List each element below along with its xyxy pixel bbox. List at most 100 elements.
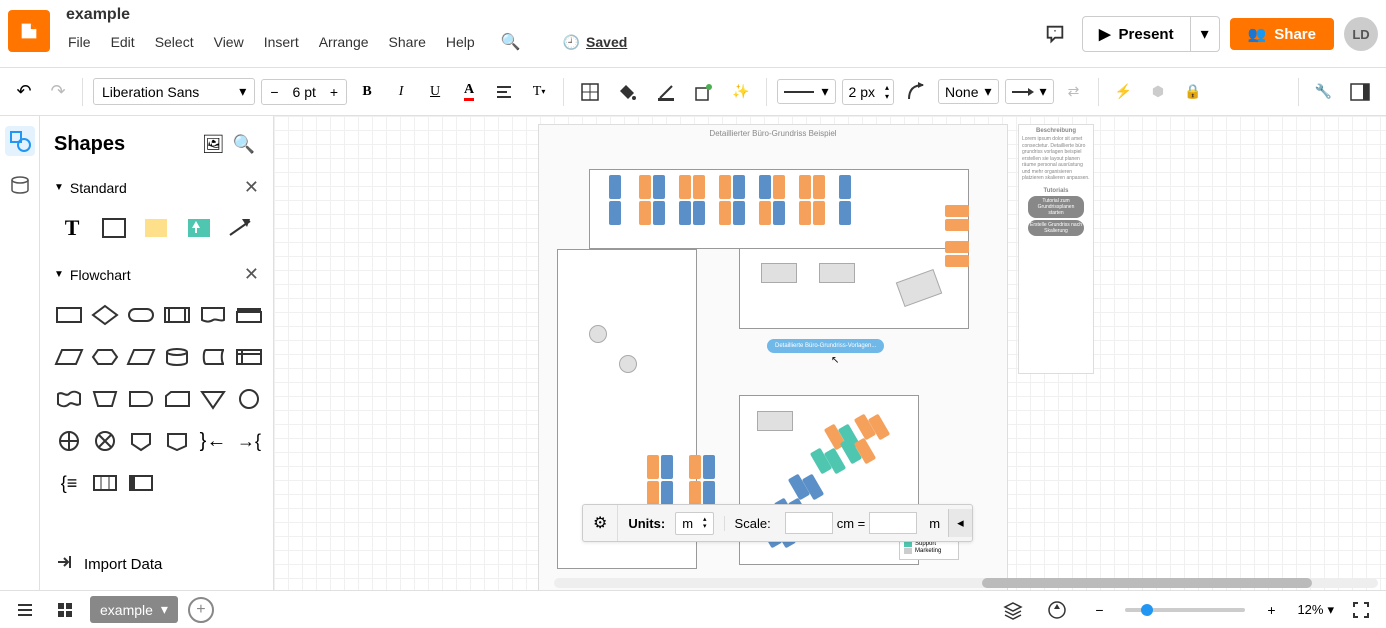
save-status[interactable]: 🕘 Saved bbox=[563, 34, 628, 51]
shape-brace-open[interactable]: {≡ bbox=[54, 465, 84, 501]
close-icon[interactable]: ✕ bbox=[244, 264, 259, 285]
shape-rect[interactable] bbox=[96, 210, 132, 246]
present-button[interactable]: ▶ Present bbox=[1082, 16, 1191, 52]
app-logo[interactable] bbox=[8, 10, 50, 52]
shape-database[interactable] bbox=[162, 339, 192, 375]
import-data-button[interactable]: Import Data bbox=[40, 538, 273, 590]
menu-help[interactable]: Help bbox=[444, 28, 477, 56]
fill-button[interactable] bbox=[612, 78, 644, 106]
menu-edit[interactable]: Edit bbox=[109, 28, 137, 56]
wrench-button[interactable]: 🔧 bbox=[1309, 78, 1338, 106]
italic-button[interactable]: I bbox=[387, 78, 415, 106]
layers-icon[interactable] bbox=[997, 596, 1029, 624]
shape-brace-close[interactable]: }← bbox=[198, 423, 228, 459]
shape-connector[interactable] bbox=[234, 381, 264, 417]
shape-delay[interactable] bbox=[126, 381, 156, 417]
flash-button[interactable]: ⚡ bbox=[1109, 78, 1138, 106]
shape-merge[interactable] bbox=[198, 381, 228, 417]
menu-file[interactable]: File bbox=[66, 28, 93, 56]
swap-endpoints-button[interactable]: ⇄ bbox=[1060, 78, 1088, 106]
document-title[interactable]: example bbox=[66, 6, 1038, 24]
add-page-button[interactable]: + bbox=[188, 597, 214, 623]
magic-button[interactable]: ✨ bbox=[726, 78, 755, 106]
page-tab[interactable]: example ▾ bbox=[90, 596, 178, 623]
menu-select[interactable]: Select bbox=[153, 28, 196, 56]
scale-input-left[interactable] bbox=[785, 512, 833, 534]
shape-parallelogram[interactable] bbox=[126, 339, 156, 375]
grid-view-icon[interactable] bbox=[50, 596, 80, 624]
font-size-increase[interactable]: + bbox=[322, 80, 346, 104]
comment-icon[interactable]: " bbox=[1038, 17, 1072, 51]
shape-stored-data[interactable] bbox=[198, 339, 228, 375]
zoom-slider[interactable] bbox=[1125, 608, 1245, 612]
menu-share[interactable]: Share bbox=[387, 28, 428, 56]
border-button[interactable] bbox=[574, 78, 606, 106]
zoom-percent[interactable]: 12% ▾ bbox=[1297, 602, 1334, 618]
endpoint-end-select[interactable]: ▾ bbox=[1005, 79, 1054, 104]
shape-process[interactable] bbox=[54, 297, 84, 333]
menu-arrange[interactable]: Arrange bbox=[317, 28, 371, 56]
line-style-select[interactable]: ▾ bbox=[777, 79, 836, 104]
zoom-slider-thumb[interactable] bbox=[1141, 604, 1153, 616]
category-flowchart[interactable]: ▼ Flowchart ✕ bbox=[40, 256, 273, 293]
scale-input-right[interactable] bbox=[869, 512, 917, 534]
lock-button[interactable]: 🔒 bbox=[1178, 78, 1207, 106]
zoom-out-button[interactable]: − bbox=[1085, 596, 1113, 624]
panel-toggle-button[interactable] bbox=[1344, 78, 1376, 106]
line-width-up[interactable]: ▴ bbox=[885, 83, 889, 92]
find-icon[interactable]: 🔍 bbox=[499, 26, 523, 58]
canvas[interactable]: Detaillierter Büro-Grundriss Beispiel bbox=[274, 116, 1386, 590]
category-standard[interactable]: ▼ Standard ✕ bbox=[40, 169, 273, 206]
bold-button[interactable]: B bbox=[353, 78, 381, 106]
redo-button[interactable]: ↷ bbox=[44, 78, 72, 106]
target-icon[interactable] bbox=[1041, 596, 1073, 624]
user-avatar[interactable]: LD bbox=[1344, 17, 1378, 51]
shape-offpage2[interactable] bbox=[162, 423, 192, 459]
close-icon[interactable]: ✕ bbox=[244, 177, 259, 198]
tutorial-button-1[interactable]: Tutorial zum Grundrissplanen starten bbox=[1028, 196, 1084, 218]
endpoint-start-select[interactable]: None ▾ bbox=[938, 79, 999, 104]
units-settings-button[interactable]: ⚙ bbox=[583, 505, 618, 541]
menu-insert[interactable]: Insert bbox=[262, 28, 301, 56]
shape-manual[interactable] bbox=[90, 381, 120, 417]
font-family-select[interactable]: Liberation Sans▾ bbox=[93, 78, 255, 105]
shape-hexagon[interactable] bbox=[90, 339, 120, 375]
list-view-icon[interactable] bbox=[10, 596, 40, 624]
text-options-button[interactable]: T▾ bbox=[525, 78, 553, 106]
underline-button[interactable]: U bbox=[421, 78, 449, 106]
shape-arrow[interactable] bbox=[223, 210, 259, 246]
shape-predefined[interactable] bbox=[162, 297, 192, 333]
cloud-button[interactable]: ⬢ bbox=[1144, 78, 1172, 106]
tutorial-button-2[interactable]: Erstelle Grundriss nach Skalierung bbox=[1028, 220, 1084, 236]
shape-offpage[interactable] bbox=[126, 423, 156, 459]
shape-or[interactable] bbox=[54, 423, 84, 459]
units-collapse-button[interactable]: ◂ bbox=[948, 509, 972, 537]
shape-decision[interactable] bbox=[90, 297, 120, 333]
shape-internal[interactable] bbox=[234, 339, 264, 375]
fullscreen-button[interactable] bbox=[1346, 596, 1376, 624]
line-curve-button[interactable] bbox=[900, 78, 932, 106]
share-button[interactable]: 👥 Share bbox=[1230, 18, 1334, 50]
line-width-down[interactable]: ▾ bbox=[885, 92, 889, 101]
image-icon[interactable]: 🖼 bbox=[198, 130, 229, 159]
shape-table[interactable] bbox=[90, 465, 120, 501]
data-tool[interactable] bbox=[5, 170, 35, 200]
shape-options-button[interactable] bbox=[688, 78, 720, 106]
units-select[interactable]: m ▴▾ bbox=[675, 512, 713, 535]
undo-button[interactable]: ↶ bbox=[10, 78, 38, 106]
shape-brace-mid[interactable]: →{ bbox=[234, 423, 264, 459]
shape-note[interactable] bbox=[138, 210, 174, 246]
present-dropdown[interactable]: ▾ bbox=[1191, 16, 1220, 52]
shape-text[interactable]: T bbox=[54, 210, 90, 246]
shape-sum[interactable] bbox=[90, 423, 120, 459]
shape-swimlane[interactable] bbox=[126, 465, 156, 501]
zoom-in-button[interactable]: + bbox=[1257, 596, 1285, 624]
shape-terminator[interactable] bbox=[126, 297, 156, 333]
shape-tape[interactable] bbox=[54, 381, 84, 417]
horizontal-scrollbar[interactable] bbox=[554, 578, 1378, 588]
shape-block[interactable] bbox=[181, 210, 217, 246]
line-width-value[interactable]: 2 px bbox=[843, 80, 881, 104]
shapes-tool[interactable] bbox=[5, 126, 35, 156]
menu-view[interactable]: View bbox=[212, 28, 246, 56]
shape-display[interactable] bbox=[234, 297, 264, 333]
